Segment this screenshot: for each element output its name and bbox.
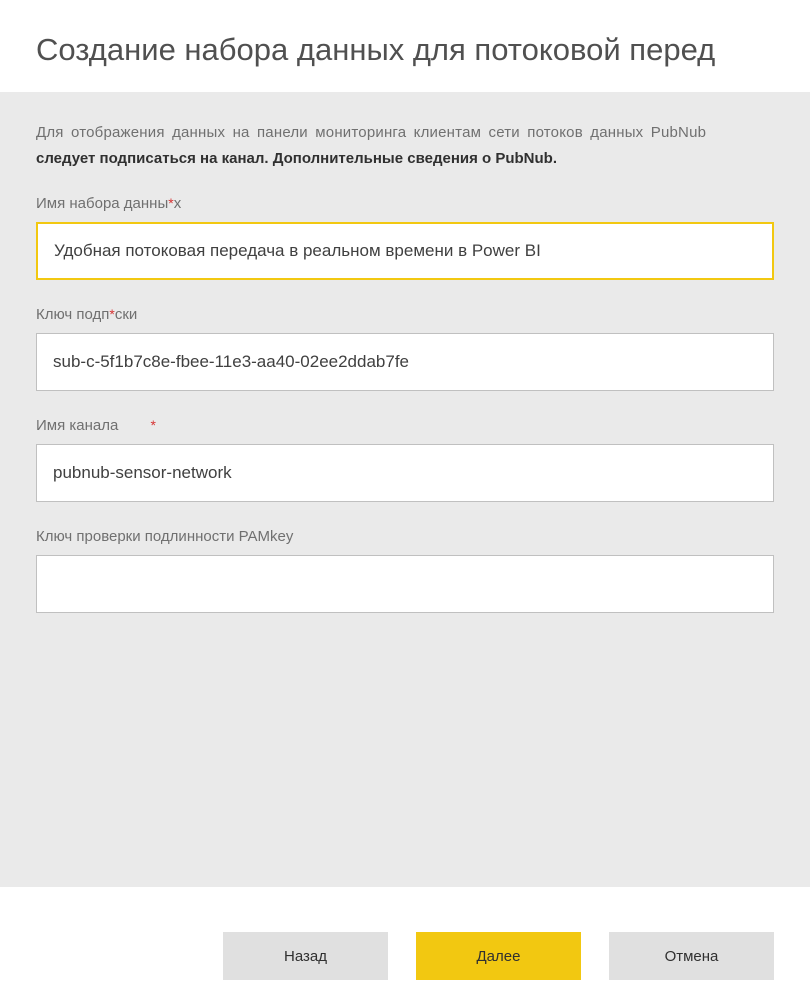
dialog-footer: Назад Далее Отмена <box>0 906 810 1006</box>
cancel-button[interactable]: Отмена <box>609 932 774 980</box>
description-bold-text: следует подписаться на канал. Дополнител… <box>36 150 774 167</box>
subscribe-key-group: Ключ подп*ски <box>36 306 774 391</box>
pam-key-label: Ключ проверки подлинности PAMkey <box>36 528 774 545</box>
subscribe-key-label: Ключ подп*ски <box>36 306 774 323</box>
description-text: Для отображения данных на панели монитор… <box>36 120 774 146</box>
pam-key-group: Ключ проверки подлинности PAMkey <box>36 528 774 613</box>
next-button[interactable]: Далее <box>416 932 581 980</box>
pam-key-input[interactable] <box>36 555 774 613</box>
channel-name-group: Имя канала * <box>36 417 774 502</box>
back-button[interactable]: Назад <box>223 932 388 980</box>
required-indicator: * <box>151 417 156 433</box>
page-title: Создание набора данных для потоковой пер… <box>36 32 774 68</box>
channel-name-label: Имя канала * <box>36 417 774 434</box>
channel-name-input[interactable] <box>36 444 774 502</box>
dataset-name-label: Имя набора данны*х <box>36 195 774 212</box>
dataset-name-input[interactable] <box>36 222 774 280</box>
dataset-name-group: Имя набора данны*х <box>36 195 774 280</box>
subscribe-key-input[interactable] <box>36 333 774 391</box>
form-content: Для отображения данных на панели монитор… <box>0 92 810 887</box>
dialog-header: Создание набора данных для потоковой пер… <box>0 0 810 92</box>
